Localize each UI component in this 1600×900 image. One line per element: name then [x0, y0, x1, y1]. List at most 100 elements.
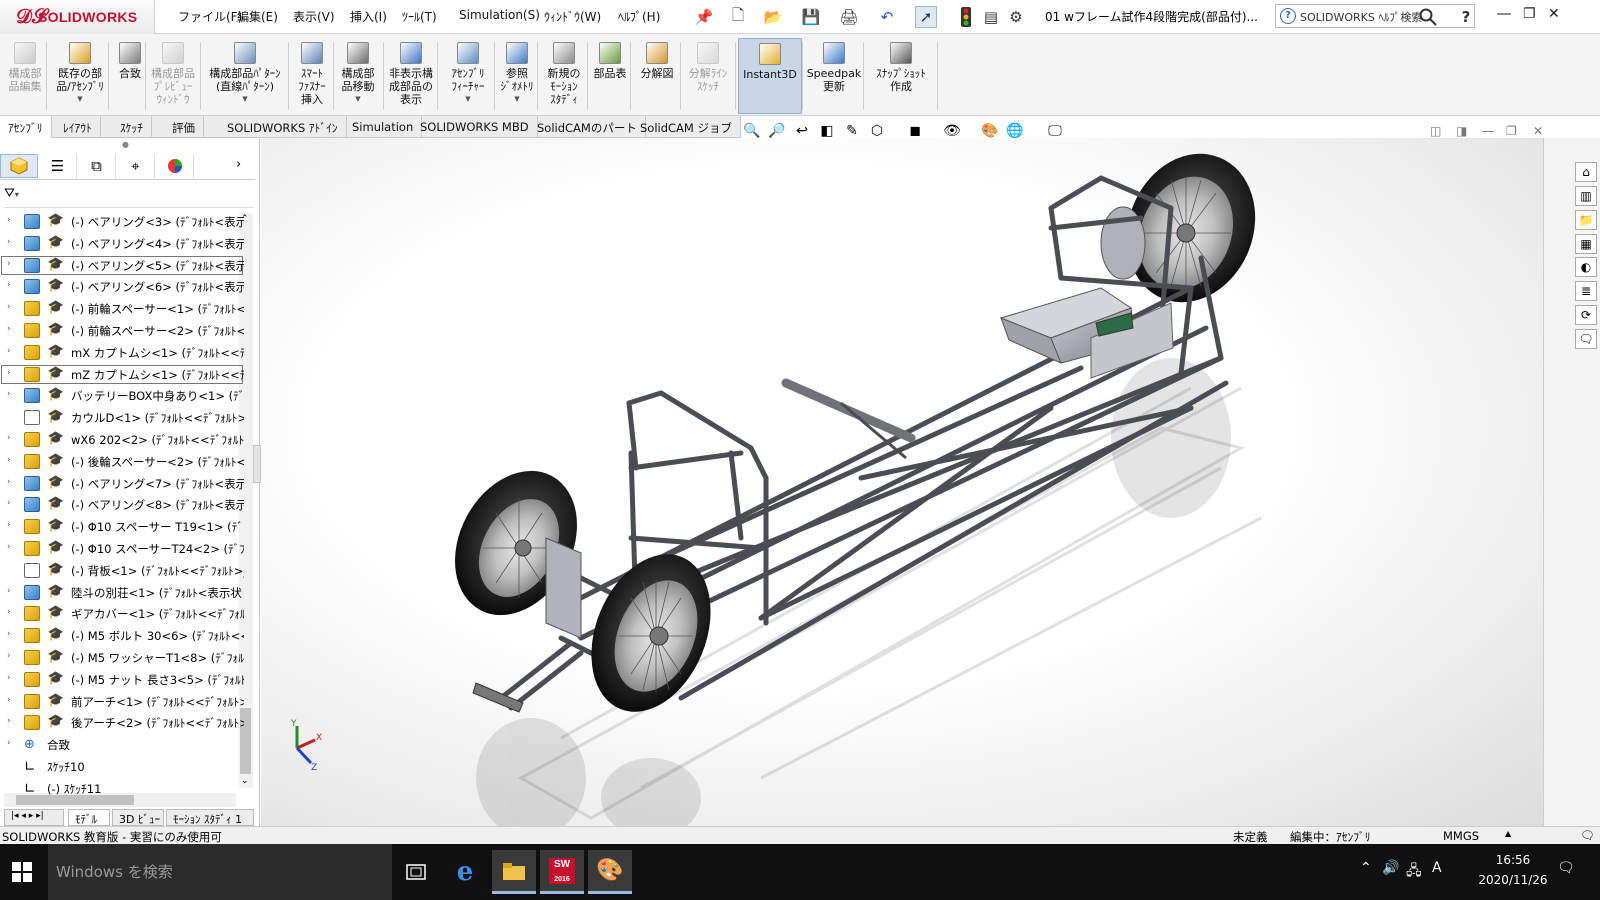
file-explorer-icon[interactable]: 📁 [1575, 210, 1597, 230]
appearances-scenes-icon[interactable]: ◐ [1575, 257, 1597, 277]
expand-arrow-icon[interactable]: › [7, 433, 11, 443]
status-units-selector[interactable]: MMGS [1443, 829, 1479, 843]
tree-item[interactable]: › 🎓 ギアカバー<1> (ﾃﾞﾌｫﾙﾄ<<ﾃﾞﾌｫﾙﾄ> [0, 603, 244, 625]
tree-item[interactable]: › 🎓 (-) 前輪スペーサー<1> (ﾃﾞﾌｫﾙﾄ<<ﾃﾞ [0, 298, 244, 320]
configuration-manager-tab-icon[interactable]: ⧉ [78, 154, 116, 178]
command-button[interactable]: 新規の ﾓｰｼｮﾝ ｽﾀﾃﾞｨ [540, 38, 588, 114]
command-button[interactable]: 構成部 品移動 ▼ [336, 38, 380, 114]
front-left-wheel[interactable] [431, 450, 601, 639]
graphics-area[interactable]: Y X Z [261, 138, 1543, 826]
units-caret-icon[interactable]: ▲ [1505, 829, 1511, 838]
expand-arrow-icon[interactable]: › [7, 586, 11, 596]
command-tab[interactable]: SolidCAMのパート [529, 116, 646, 138]
solidworks-resources-home-icon[interactable]: ⌂ [1575, 162, 1597, 182]
expand-arrow-icon[interactable]: › [7, 237, 11, 247]
options-gear-icon[interactable]: ⚙ [1005, 6, 1027, 28]
tree-item[interactable]: 🎓 (-) 背板<1> (ﾃﾞﾌｫﾙﾄ<<ﾃﾞﾌｫﾙﾄ>_ﾃ [0, 560, 244, 582]
command-button[interactable]: 分解ﾗｲﾝ ｽｹｯﾁ [683, 38, 733, 114]
tree-item[interactable]: › 🎓 mX カプトムシ<1> (ﾃﾞﾌｫﾙﾄ<<ﾃﾞﾌｫ [0, 342, 244, 364]
edge-browser-icon[interactable]: e [443, 850, 487, 894]
tree-item[interactable]: › 🎓 (-) ベアリング<5> (ﾃﾞﾌｫﾙﾄ<表示状 [0, 255, 244, 277]
viewport-split-icon[interactable]: ◨ [1456, 124, 1467, 138]
command-tab[interactable]: ﾚｲｱｳﾄ [55, 116, 101, 138]
expand-arrow-icon[interactable]: › [7, 324, 11, 334]
expand-arrow-icon[interactable]: › [7, 455, 11, 465]
display-manager-tab-icon[interactable] [156, 154, 194, 178]
property-manager-tab-icon[interactable]: ☰ [39, 154, 77, 178]
expand-arrow-icon[interactable]: › [7, 302, 11, 312]
expand-arrow-icon[interactable]: › [7, 542, 11, 552]
menu-item[interactable]: 編集(E) [237, 8, 278, 25]
action-center-icon[interactable]: 🗨 [1557, 860, 1575, 876]
command-tab[interactable]: ｱｾﾝﾌﾞﾘ [0, 116, 52, 138]
solidworks-logo[interactable]: 𝒟𝒮 SOLIDWORKS [0, 0, 155, 34]
comments-icon[interactable]: 🗨 [1575, 329, 1597, 349]
select-pointer-icon[interactable]: ➚ [915, 6, 937, 28]
command-button[interactable]: 合致 [112, 38, 148, 114]
command-tab[interactable]: SOLIDWORKS ｱﾄﾞｲﾝ [219, 116, 347, 138]
new-document-icon[interactable]: 🗋 [727, 6, 749, 28]
tree-item[interactable]: 🎓 カウルD<1> (ﾃﾞﾌｫﾙﾄ<<ﾃﾞﾌｫﾙﾄ>_ﾃ [0, 407, 244, 429]
menu-item[interactable]: ﾍﾙﾌﾟ(H) [618, 8, 660, 25]
battery-box[interactable] [999, 287, 1174, 379]
tree-filter-row[interactable]: ⛛▾ [4, 186, 254, 208]
expand-arrow-icon[interactable]: › [7, 368, 11, 378]
dropdown-arrow-icon[interactable]: ▼ [50, 93, 110, 106]
command-tab[interactable]: 評価 [164, 116, 204, 138]
viewport-restore-icon[interactable]: ❐ [1506, 124, 1517, 138]
viewport-minimize-icon[interactable]: ― [1482, 124, 1494, 138]
tree-item[interactable]: › 🎓 (-) ベアリング<4> (ﾃﾞﾌｫﾙﾄ<表示状 [0, 233, 244, 255]
viewport-tile-icon[interactable]: ◫ [1430, 124, 1441, 138]
command-button[interactable]: Speedpak 更新 [805, 38, 863, 114]
volume-icon[interactable]: 🔊 [1382, 860, 1399, 876]
ime-mode-indicator[interactable]: A [1432, 860, 1442, 876]
open-folder-icon[interactable]: 📂 [762, 6, 784, 28]
bottom-tab[interactable]: 3D ﾋﾞｭｰ [112, 809, 164, 826]
help-icon[interactable]: ? [1455, 6, 1477, 28]
tree-item[interactable]: › 🎓 (-) M5 ボルト 30<6> (ﾃﾞﾌｫﾙﾄ<<ﾃﾞ [0, 625, 244, 647]
tree-item[interactable]: › 🎓 前アーチ<1> (ﾃﾞﾌｫﾙﾄ<<ﾃﾞﾌｫﾙﾄ>_ﾃ [0, 691, 244, 713]
expand-arrow-icon[interactable]: › [7, 389, 11, 399]
expand-arrow-icon[interactable]: › [7, 651, 11, 661]
tree-item[interactable]: › 🎓 後アーチ<2> (ﾃﾞﾌｫﾙﾄ<<ﾃﾞﾌｫﾙﾄ>_ﾃ [0, 712, 244, 734]
panel-splitter-handle[interactable]: ● [122, 140, 129, 149]
dropdown-arrow-icon[interactable]: ▼ [336, 93, 380, 106]
design-library-icon[interactable]: ▥ [1575, 186, 1597, 206]
bottom-tab[interactable]: ﾓﾃﾞﾙ [68, 809, 110, 826]
expand-arrow-icon[interactable]: › [7, 215, 11, 225]
feature-tree-tab-icon[interactable] [0, 154, 38, 178]
tree-item[interactable]: › 🎓 (-) Φ10 スペーサー T19<1> (ﾃﾞﾌｫﾙﾄ [0, 516, 244, 538]
command-button[interactable]: 非表示構 成部品の 表示 [385, 38, 437, 114]
command-tab[interactable]: ｽｹｯﾁ [112, 116, 152, 138]
command-button[interactable]: ｽﾏｰﾄ ﾌｧｽﾅｰ 挿入 [290, 38, 334, 114]
expand-arrow-icon[interactable]: › [7, 259, 11, 269]
menu-item[interactable]: ｳｨﾝﾄﾞｳ(W) [544, 8, 601, 25]
command-tab[interactable]: SOLIDWORKS MBD [412, 116, 538, 138]
menu-item[interactable]: ファイル(F) [178, 8, 242, 25]
print-icon[interactable]: 🖨 [838, 6, 860, 28]
command-button[interactable]: Instant3D [738, 38, 802, 114]
status-help-icon[interactable]: 🗨 [1580, 828, 1595, 842]
rebuild-traffic-light-icon[interactable] [955, 6, 977, 28]
tree-item[interactable]: ∟ ｽｹｯﾁ10 [0, 756, 244, 778]
expand-arrow-icon[interactable]: › [7, 695, 11, 705]
expand-tabs-chevron-icon[interactable]: › [236, 157, 241, 172]
windows-search-input[interactable]: Windows を検索 [48, 844, 392, 900]
file-explorer-taskbar-icon[interactable] [492, 850, 536, 894]
file-properties-icon[interactable]: ▤ [980, 6, 1002, 28]
viewport-close-icon[interactable]: ✕ [1533, 124, 1543, 138]
command-button[interactable]: ｽﾅｯﾌﾟｼｮｯﾄ 作成 [866, 38, 936, 114]
task-view-icon[interactable] [394, 850, 438, 894]
tree-item[interactable]: ∟ (-) ｽｹｯﾁ11 [0, 778, 244, 800]
pin-icon[interactable]: 📌 [693, 6, 715, 28]
expand-arrow-icon[interactable]: › [7, 673, 11, 683]
view-palette-icon[interactable]: ▦ [1575, 234, 1597, 254]
tree-item[interactable]: › 🎓 wX6 202<2> (ﾃﾞﾌｫﾙﾄ<<ﾃﾞﾌｫﾙﾄ> [0, 429, 244, 451]
filter-funnel-icon[interactable]: ⛛ [4, 186, 15, 201]
tree-item[interactable]: › 🎓 (-) ベアリング<3> (ﾃﾞﾌｫﾙﾄ<表示状 [0, 211, 244, 233]
custom-properties-icon[interactable]: ≣ [1575, 281, 1597, 301]
dropdown-arrow-icon[interactable]: ▼ [440, 93, 496, 106]
expand-arrow-icon[interactable]: › [7, 607, 11, 617]
dropdown-arrow-icon[interactable]: ▼ [203, 93, 287, 106]
windows-start-icon[interactable] [12, 862, 32, 885]
